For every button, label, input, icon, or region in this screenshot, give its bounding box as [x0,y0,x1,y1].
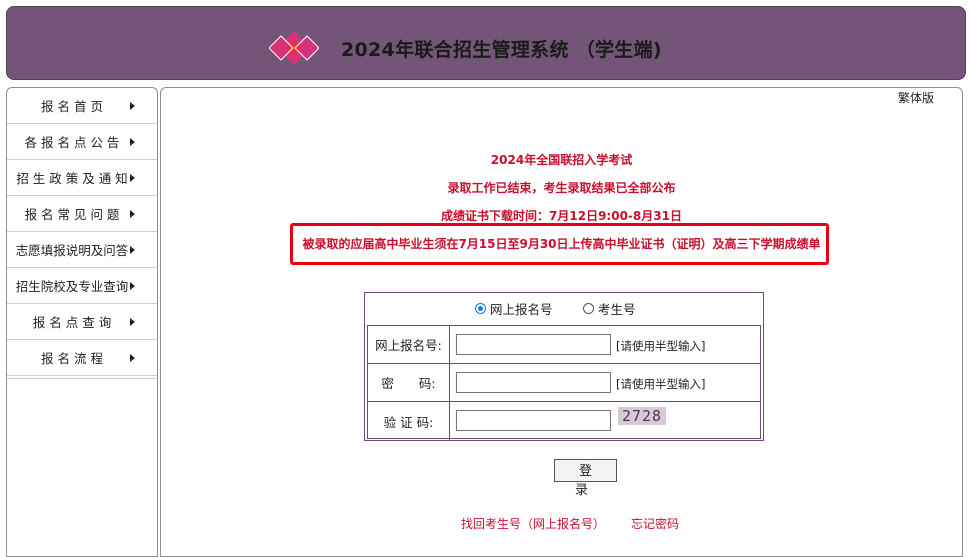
radio-unchecked-icon [583,303,594,314]
notice-line-highlighted: 被录取的应届高中毕业生须在7月15日至9月30日上传高中毕业证书（证明）及高三下… [302,237,821,251]
radio-online-reg-number[interactable]: 网上报名号 [475,299,553,318]
sidebar-nav: 报 名 首 页 各 报 名 点 公 告 招 生 政 策 及 通 知 报 名 常 … [6,87,158,557]
sidebar-item-label: 报 名 首 页 [41,99,103,114]
app-header: 2024年联合招生管理系统 （学生端) [6,6,966,80]
notice-line: 录取工作已结束，考生录取结果已全部公布 [447,181,676,195]
field-label: 网上报名号: [368,326,450,363]
triangle-right-icon [130,281,135,290]
main-content: 繁体版 2024年全国联招入学考试 录取工作已结束，考生录取结果已全部公布 成绩… [160,87,963,557]
triangle-right-icon [130,173,135,182]
radio-label: 网上报名号 [490,302,553,317]
reg-number-input[interactable] [456,334,611,355]
traditional-chinese-link[interactable]: 繁体版 [898,89,934,106]
recover-exam-number-link[interactable]: 找回考生号（网上报名号） [461,515,605,532]
sidebar-divider [7,376,157,379]
sidebar-item-site-query[interactable]: 报 名 点 查 询 [7,304,157,340]
triangle-right-icon [130,353,135,362]
page-title: 2024年联合招生管理系统 （学生端) [341,39,662,61]
radio-checked-icon [475,303,486,314]
forgot-password-link[interactable]: 忘记密码 [631,515,679,532]
login-button[interactable]: 登 录 [554,459,617,498]
sidebar-item-school-query[interactable]: 招生院校及专业查询 [7,268,157,304]
login-form: 网上报名号 考生号 网上报名号: [请使用半型输入] 密 码: [请使用半型输入… [364,292,764,441]
sidebar-item-policy[interactable]: 招 生 政 策 及 通 知 [7,160,157,196]
sidebar-item-volunteer-guide[interactable]: 志愿填报说明及问答 [7,232,157,268]
form-row-reg-number: 网上报名号: [请使用半型输入] [368,326,760,364]
sidebar-item-announcements[interactable]: 各 报 名 点 公 告 [7,124,157,160]
form-row-password: 密 码: [请使用半型输入] [368,364,760,402]
triangle-right-icon [130,245,135,254]
field-hint: [请使用半型输入] [616,377,706,391]
form-row-captcha: 验 证 码: 2728 [368,402,760,440]
radio-label: 考生号 [598,302,636,317]
login-fields: 网上报名号: [请使用半型输入] 密 码: [请使用半型输入] 验 证 码: 2… [367,325,761,440]
sidebar-item-faq[interactable]: 报 名 常 见 问 题 [7,196,157,232]
sidebar-item-label: 招生院校及专业查询 [15,279,129,294]
triangle-right-icon [130,101,135,110]
password-input[interactable] [456,372,611,393]
captcha-input[interactable] [456,410,611,431]
sidebar-item-home[interactable]: 报 名 首 页 [7,88,157,124]
login-type-selector: 网上报名号 考生号 [365,293,763,323]
captcha-image[interactable]: 2728 [618,407,666,425]
sidebar-item-process[interactable]: 报 名 流 程 [7,340,157,376]
sidebar-item-label: 报 名 常 见 问 题 [24,207,120,222]
notice-line: 2024年全国联招入学考试 [490,153,633,167]
diamond-logo-icon [269,31,319,65]
field-hint: [请使用半型输入] [616,339,706,353]
triangle-right-icon [130,209,135,218]
field-label: 密 码: [368,364,450,401]
triangle-right-icon [130,317,135,326]
sidebar-item-label: 招 生 政 策 及 通 知 [16,171,128,186]
sidebar-item-label: 报 名 流 程 [41,351,103,366]
sidebar-item-label: 志愿填报说明及问答 [15,243,129,258]
triangle-right-icon [130,137,135,146]
field-label: 验 证 码: [368,402,450,440]
sidebar-item-label: 报 名 点 查 询 [32,315,112,330]
notice-line: 成绩证书下载时间：7月12日9:00-8月31日 [441,209,682,223]
radio-exam-number[interactable]: 考生号 [583,299,636,318]
sidebar-item-label: 各 报 名 点 公 告 [24,135,120,150]
